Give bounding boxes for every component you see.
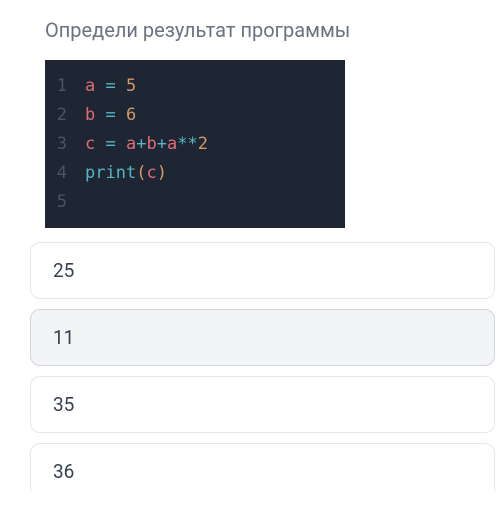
code-line: 5 <box>45 188 345 217</box>
code-line: 3c = a+b+a**2 <box>45 130 345 159</box>
code-block: 1a = 52b = 63c = a+b+a**24print(c)5 <box>45 60 345 228</box>
line-number: 5 <box>45 188 85 217</box>
line-number: 1 <box>45 72 85 101</box>
answer-option[interactable]: 35 <box>30 376 495 433</box>
code-content <box>85 188 95 217</box>
code-content: print(c) <box>85 159 167 188</box>
answer-option[interactable]: 36 <box>30 443 495 491</box>
code-content: a = 5 <box>85 72 136 101</box>
quiz-container: Определи результат программы 1a = 52b = … <box>0 0 500 491</box>
options-list: 25 11 35 36 <box>0 242 500 491</box>
question-title: Определи результат программы <box>0 0 500 60</box>
line-number: 4 <box>45 159 85 188</box>
code-line: 4print(c) <box>45 159 345 188</box>
line-number: 3 <box>45 130 85 159</box>
line-number: 2 <box>45 101 85 130</box>
answer-option[interactable]: 11 <box>30 309 495 366</box>
code-line: 1a = 5 <box>45 72 345 101</box>
answer-option[interactable]: 25 <box>30 242 495 299</box>
code-content: c = a+b+a**2 <box>85 130 208 159</box>
code-content: b = 6 <box>85 101 136 130</box>
code-line: 2b = 6 <box>45 101 345 130</box>
